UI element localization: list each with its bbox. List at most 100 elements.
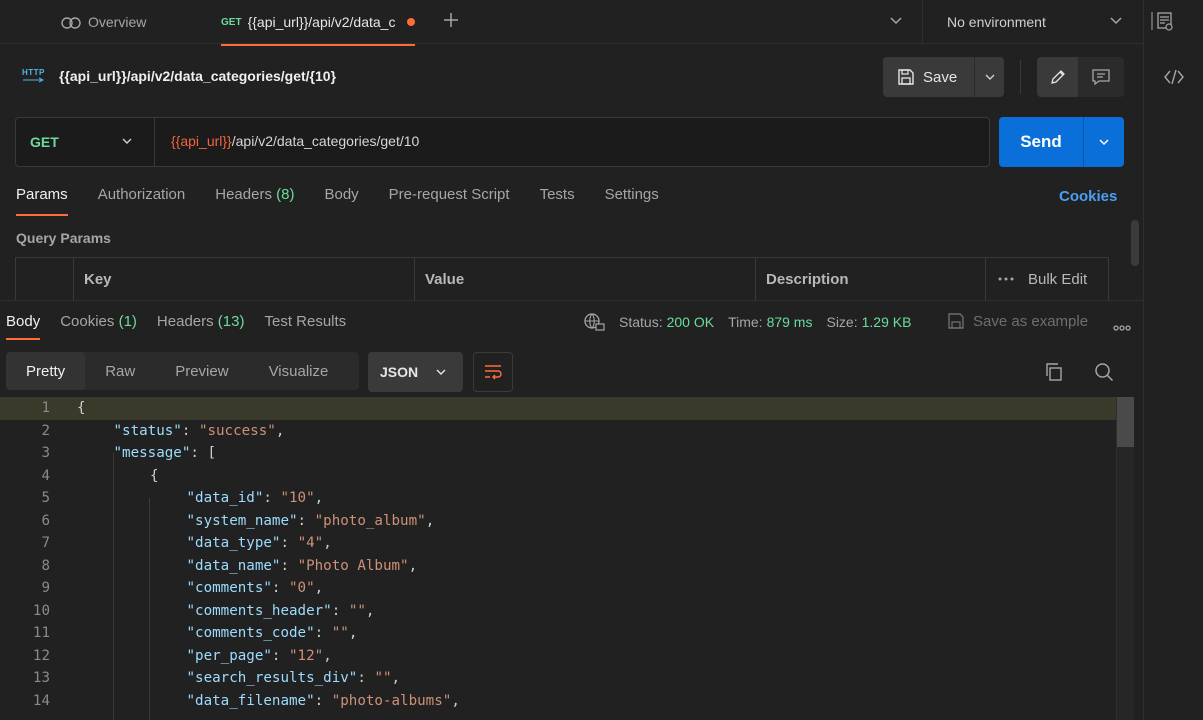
save-as-example-button[interactable]: Save as example [947,312,1088,330]
bulk-edit-button[interactable]: Bulk Edit [986,258,1087,300]
tab-overview-label: Overview [88,14,147,30]
time-value[interactable]: 879 ms [767,314,813,330]
response-more-dots-icon[interactable] [1113,318,1131,334]
request-scrollbar[interactable] [1131,220,1139,266]
word-wrap-icon[interactable] [473,352,513,392]
status-value[interactable]: 200 OK [667,314,714,330]
divider [1020,60,1021,94]
environment-chevron-down-icon[interactable] [1108,12,1124,31]
new-tab-plus-icon[interactable] [441,10,461,32]
cookies-link[interactable]: Cookies [1059,188,1117,205]
save-options-chevron-down-icon[interactable] [975,70,1004,84]
status-label: Status: [619,314,663,330]
environment-select[interactable]: No environment [947,0,1127,44]
bulk-edit-label: Bulk Edit [1028,270,1088,288]
save-label: Save [923,68,958,86]
save-icon [948,313,964,329]
line-number: 5 [41,490,50,507]
checkbox-column [16,258,74,300]
environment-quick-look-icon[interactable] [1150,10,1174,35]
copy-icon[interactable] [1044,362,1064,385]
view-visualize[interactable]: Visualize [249,352,349,390]
save-as-example-label: Save as example [973,312,1089,330]
url-bar: GET {{api_url}}/api/v2/data_categories/g… [15,117,990,167]
format-select[interactable]: JSON [368,352,463,392]
view-preview[interactable]: Preview [155,352,248,390]
method-chevron-down-icon[interactable] [120,134,134,151]
tab-method: GET [221,16,242,28]
unsaved-dot-icon [407,18,415,26]
response-tab-body[interactable]: Body [6,313,41,340]
json-key: "data_name" [186,557,281,574]
http-protocol-icon: HTTP [22,68,44,84]
search-icon[interactable] [1094,362,1114,385]
tab-title: {{api_url}}/api/v2/data_c [247,14,396,30]
json-value: "0" [289,580,315,597]
send-button[interactable]: Send [999,117,1124,167]
code-line: 6 "system_name": "photo_album", [0,510,1118,533]
method-select[interactable]: GET [16,118,155,166]
code-snippet-icon[interactable] [1163,67,1185,90]
tab-tests[interactable]: Tests [540,186,575,216]
json-value: "success" [198,422,276,439]
line-number: 6 [41,512,50,529]
tab-active-request[interactable]: GET {{api_url}}/api/v2/data_c [221,0,415,46]
json-key: "comments_code" [186,625,315,642]
json-key: "system_name" [186,512,298,529]
line-number: 4 [41,467,50,484]
edit-pencil-icon[interactable] [1037,57,1078,97]
editor-scroll-thumb[interactable] [1117,397,1134,447]
tab-pre-request-script[interactable]: Pre-request Script [389,186,510,216]
view-pretty[interactable]: Pretty [6,352,86,390]
code-text: { [77,400,86,416]
size-value[interactable]: 1.29 KB [862,314,912,330]
comments-icon[interactable] [1078,57,1124,97]
url-input[interactable]: {{api_url}}/api/v2/data_categories/get/1… [171,133,419,149]
line-number: 14 [32,692,50,709]
json-key: "comments_header" [186,602,332,619]
save-button[interactable]: Save [883,57,1004,97]
line-number: 12 [32,647,50,664]
format-chevron-down-icon [436,369,446,375]
code-line: 5 "data_id": "10", [0,487,1118,510]
tab-label: Headers [215,186,272,203]
response-body-editor[interactable]: 1{2 "status": "success", 3 "message": [4{5 "… [0,397,1135,720]
tab-settings[interactable]: Settings [605,186,659,216]
response-tab-cookies[interactable]: Cookies (1) [60,313,137,340]
response-tab-headers[interactable]: Headers (13) [157,313,245,340]
json-key: "comments" [186,580,272,597]
line-number: 13 [32,670,50,687]
code-line: 9 "comments": "0", [0,577,1118,600]
tab-params[interactable]: Params [16,186,68,216]
more-dots-icon[interactable] [998,277,1014,281]
tab-label: Headers [156,313,214,330]
tabs-chevron-down-icon[interactable] [888,12,904,31]
tab-overview[interactable]: Overview [60,0,146,44]
tab-label: Params [16,186,68,203]
request-title[interactable]: {{api_url}}/api/v2/data_categories/get/{… [59,68,336,84]
globe-lock-icon[interactable] [583,312,605,332]
tab-body[interactable]: Body [324,186,358,216]
code-line: 2 "status": "success", [0,420,1118,443]
tab-authorization[interactable]: Authorization [98,186,186,216]
line-number: 8 [41,557,50,574]
json-value: "photo_album" [314,512,426,529]
response-tab-test-results[interactable]: Test Results [264,313,346,340]
http-icon-text: HTTP [22,68,45,77]
json-punct: { [77,400,86,417]
json-value: "Photo Album" [297,557,409,574]
tab-headers[interactable]: Headers (8) [215,186,294,216]
code-text: "data_name": "Photo Album", [186,557,418,574]
response-view-selector: Pretty Raw Preview Visualize [6,352,359,390]
code-line: 7 "data_type": "4", [0,532,1118,555]
view-raw[interactable]: Raw [85,352,155,390]
send-options-chevron-down-icon[interactable] [1084,135,1124,149]
json-value: "" [348,602,366,619]
code-line: 11 "comments_code": "", [0,622,1118,645]
line-number: 2 [41,422,50,439]
json-punct: { [150,467,159,484]
response-tabs: Body Cookies (1) Headers (13) Test Resul… [6,313,366,340]
line-number: 7 [41,535,50,552]
code-line: 1{ [0,397,1118,420]
tab-label: Authorization [97,186,186,203]
